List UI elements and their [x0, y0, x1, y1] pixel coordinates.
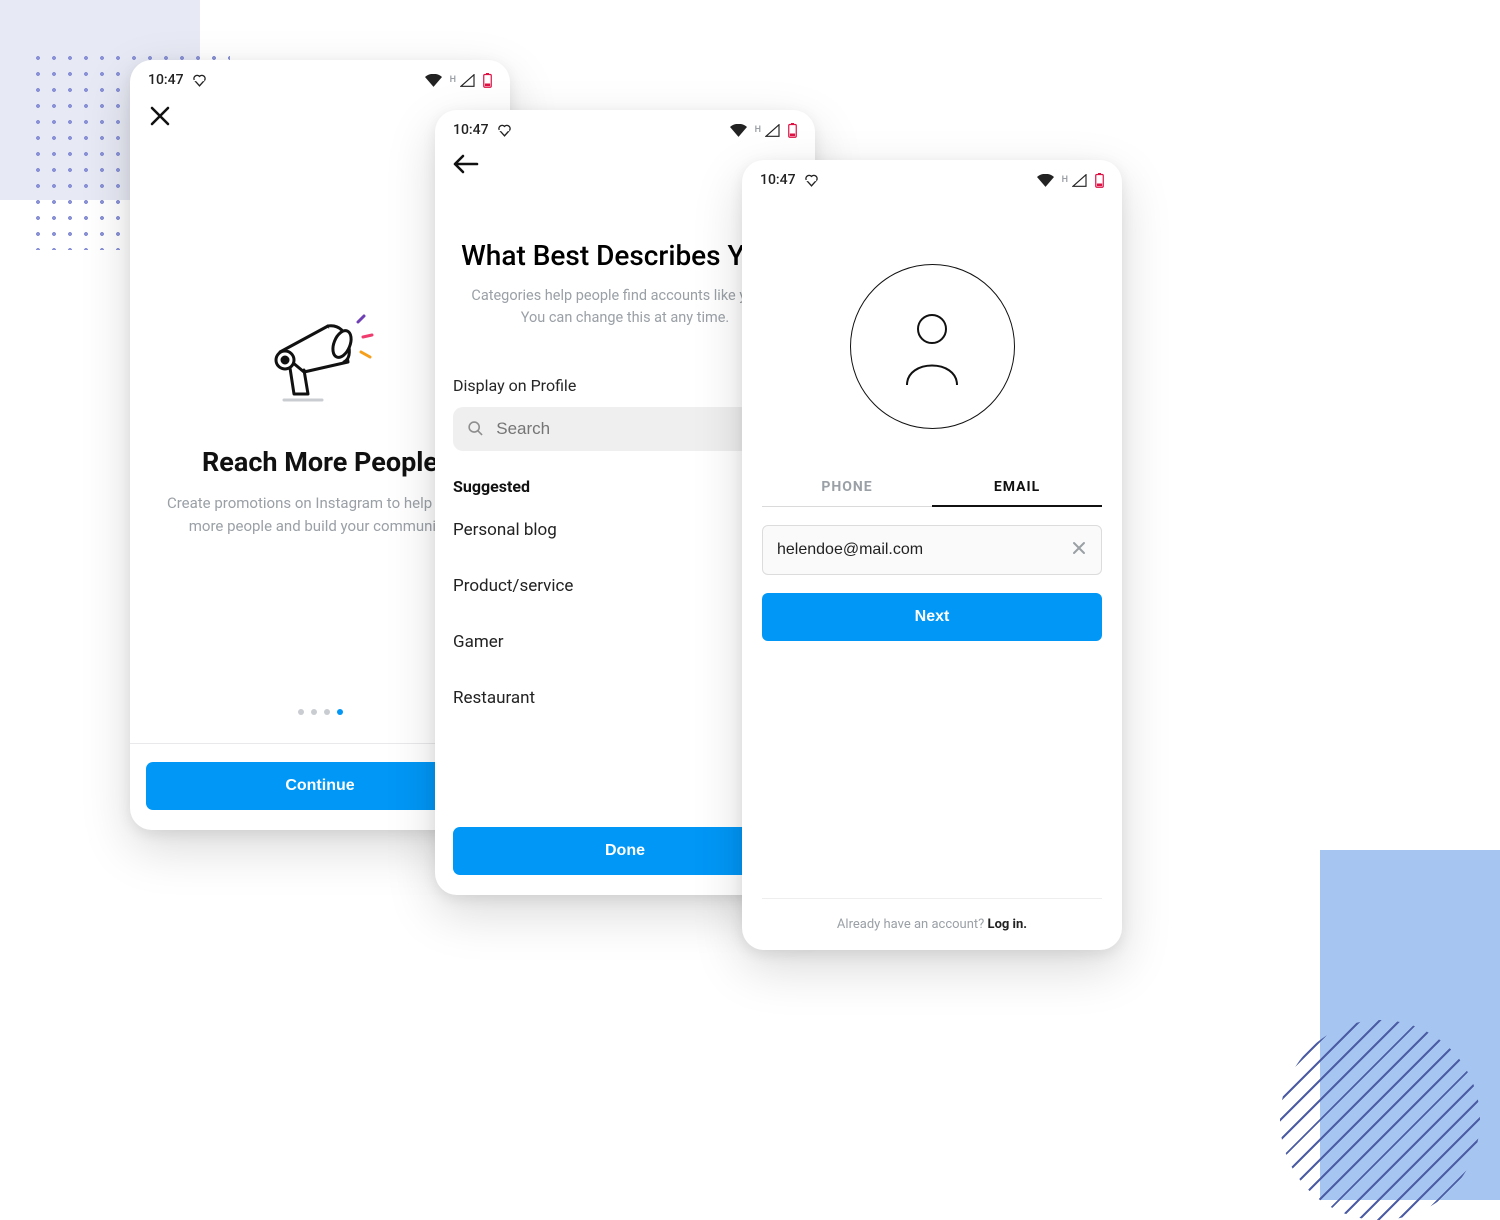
- wifi-icon: [425, 74, 442, 87]
- avatar-placeholder: [850, 264, 1015, 429]
- pager-dots: [298, 709, 343, 743]
- phone-signup-email: 10:47 H PHONE EMAIL Next Already have an…: [742, 160, 1122, 950]
- battery-low-icon: [1095, 173, 1104, 188]
- network-type-label: H: [755, 125, 761, 135]
- login-prefix: Already have an account?: [837, 917, 988, 932]
- status-bar: 10:47 H: [742, 160, 1122, 194]
- wifi-icon: [1037, 174, 1054, 187]
- category-search-input[interactable]: [496, 419, 783, 439]
- email-input[interactable]: [777, 541, 1071, 559]
- pager-dot: [311, 709, 317, 715]
- login-link[interactable]: Log in.: [988, 917, 1028, 932]
- battery-low-icon: [483, 73, 492, 88]
- megaphone-illustration: [260, 302, 380, 416]
- email-field[interactable]: [762, 525, 1102, 575]
- heart-rate-icon: [192, 74, 207, 87]
- pager-dot: [324, 709, 330, 715]
- heart-rate-icon: [497, 124, 512, 137]
- cell-signal-icon: [1072, 174, 1087, 187]
- status-time: 10:47: [148, 72, 184, 88]
- clear-input-icon[interactable]: [1071, 540, 1087, 560]
- cell-signal-icon: [460, 74, 475, 87]
- search-icon: [467, 419, 484, 438]
- contact-tabs: PHONE EMAIL: [762, 469, 1102, 507]
- status-bar: 10:47 H: [435, 110, 815, 144]
- battery-low-icon: [788, 123, 797, 138]
- back-icon[interactable]: [453, 154, 479, 174]
- tab-phone[interactable]: PHONE: [762, 469, 932, 507]
- status-time: 10:47: [453, 122, 489, 138]
- close-icon[interactable]: [148, 104, 172, 128]
- status-time: 10:47: [760, 172, 796, 188]
- cell-signal-icon: [765, 124, 780, 137]
- heart-rate-icon: [804, 174, 819, 187]
- wifi-icon: [730, 124, 747, 137]
- login-footer: Already have an account? Log in.: [762, 898, 1102, 950]
- network-type-label: H: [450, 75, 456, 85]
- pager-dot-active: [337, 709, 343, 715]
- pager-dot: [298, 709, 304, 715]
- status-bar: 10:47 H: [130, 60, 510, 94]
- deco-stripe-circle: [1280, 1020, 1480, 1220]
- onboarding-title: Reach More People: [202, 446, 438, 478]
- network-type-label: H: [1062, 175, 1068, 185]
- next-button[interactable]: Next: [762, 593, 1102, 641]
- person-icon: [897, 307, 967, 387]
- tab-email[interactable]: EMAIL: [932, 469, 1102, 507]
